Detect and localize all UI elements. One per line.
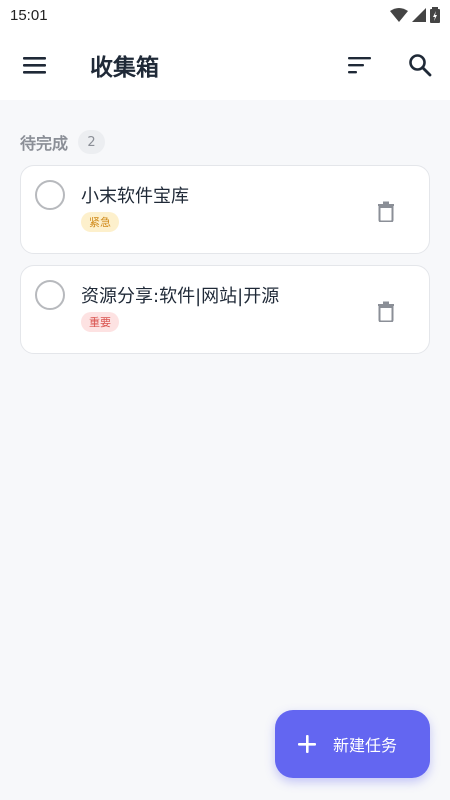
task-card[interactable]: 小末软件宝库 紧急 bbox=[20, 165, 430, 254]
wifi-icon bbox=[390, 8, 408, 22]
trash-icon bbox=[378, 301, 394, 322]
trash-icon bbox=[378, 201, 394, 222]
task-title: 小末软件宝库 bbox=[81, 186, 189, 207]
status-icons bbox=[390, 7, 440, 23]
menu-button[interactable] bbox=[15, 50, 55, 80]
search-button[interactable] bbox=[400, 50, 440, 80]
count-badge: 2 bbox=[78, 130, 106, 154]
search-icon bbox=[409, 54, 432, 77]
sort-icon bbox=[348, 57, 371, 74]
status-time: 15:01 bbox=[10, 6, 48, 24]
sort-button[interactable] bbox=[340, 50, 380, 80]
task-checkbox[interactable] bbox=[35, 180, 65, 210]
new-task-button[interactable]: 新建任务 bbox=[275, 710, 430, 778]
task-tag-important: 重要 bbox=[81, 312, 119, 332]
task-title: 资源分享:软件|网站|开源 bbox=[81, 286, 280, 307]
status-bar: 15:01 bbox=[0, 0, 450, 30]
plus-icon bbox=[298, 735, 316, 753]
menu-icon bbox=[23, 57, 46, 74]
new-task-label: 新建任务 bbox=[333, 736, 398, 755]
page-title: 收集箱 bbox=[90, 55, 159, 81]
section-header: 待完成 2 bbox=[20, 130, 106, 154]
battery-icon bbox=[430, 7, 440, 23]
delete-button[interactable] bbox=[375, 299, 397, 323]
delete-button[interactable] bbox=[375, 199, 397, 223]
task-checkbox[interactable] bbox=[35, 280, 65, 310]
task-card[interactable]: 资源分享:软件|网站|开源 重要 bbox=[20, 265, 430, 354]
signal-icon bbox=[412, 8, 426, 22]
app-bar: 收集箱 bbox=[0, 30, 450, 100]
task-tag-urgent: 紧急 bbox=[81, 212, 119, 232]
section-title: 待完成 bbox=[20, 134, 69, 153]
